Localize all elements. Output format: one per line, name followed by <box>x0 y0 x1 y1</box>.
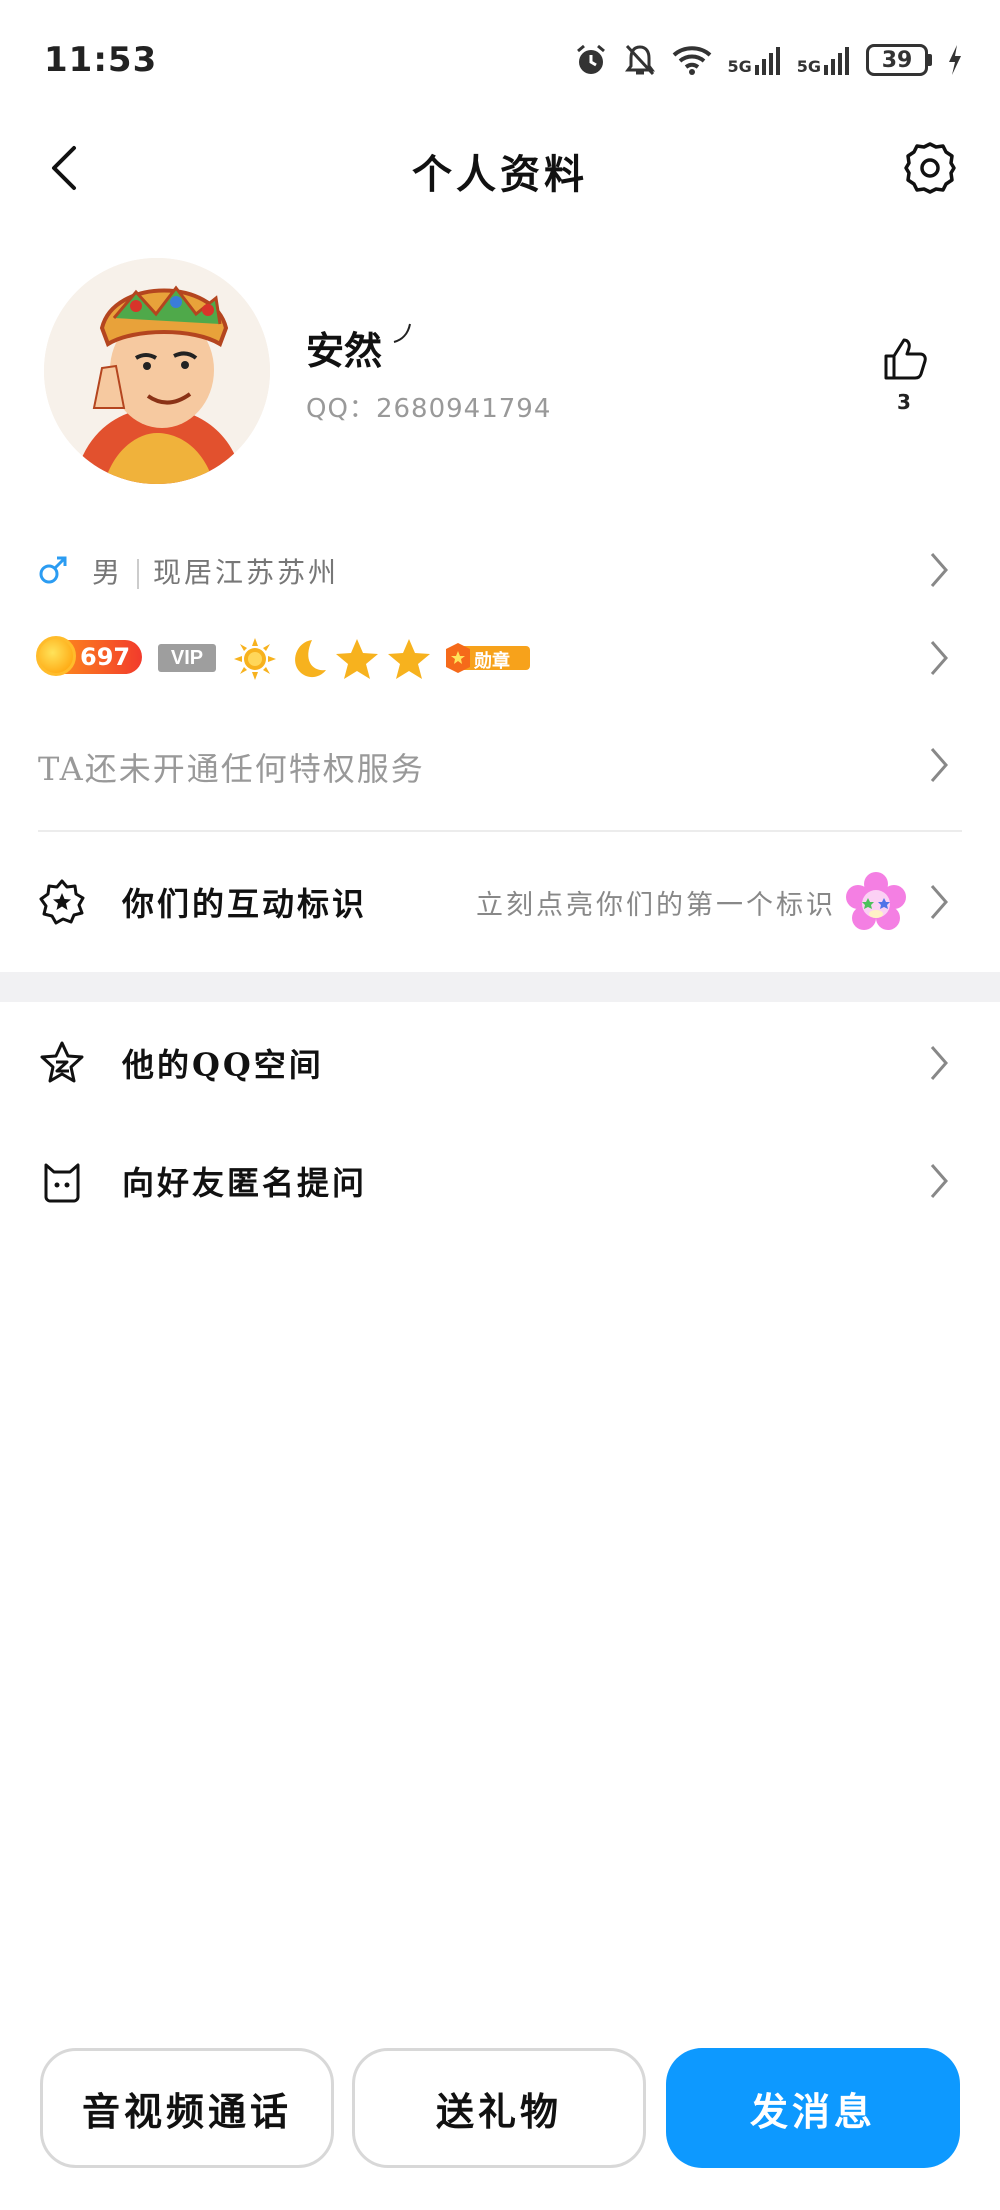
star-icon <box>336 639 378 679</box>
status-time: 11:53 <box>44 40 158 80</box>
charging-icon <box>949 45 961 75</box>
sun-icon <box>234 638 276 680</box>
like-button[interactable]: 3 <box>874 336 934 414</box>
settings-button[interactable] <box>900 138 960 198</box>
male-icon <box>39 556 67 584</box>
info-separator <box>137 559 140 589</box>
chevron-right-icon <box>930 553 948 587</box>
interaction-badge-icon <box>39 879 85 925</box>
flower-mark-icon <box>846 872 906 930</box>
basic-info-text: 男现居江苏苏州 <box>92 551 339 591</box>
privilege-text: TA还未开通任何特权服务 <box>38 750 425 788</box>
qq-number: QQ：2680941794 <box>306 388 551 425</box>
qzone-label: 他的QQ空间 <box>122 1046 324 1084</box>
privilege-row[interactable]: TA还未开通任何特权服务 <box>0 730 1000 800</box>
gear-icon <box>904 142 956 194</box>
interaction-label: 你们的互动标识 <box>122 885 368 923</box>
chevron-right-icon <box>930 885 948 919</box>
battery-level: 39 <box>866 44 928 76</box>
wifi-icon <box>673 46 712 75</box>
alarm-icon <box>577 44 606 74</box>
qzone-row[interactable]: 他的QQ空间 <box>0 1018 1000 1108</box>
anonymous-question-icon <box>44 1163 80 1203</box>
section-gap <box>0 972 1000 1002</box>
anonymous-ask-label: 向好友匿名提问 <box>122 1164 368 1202</box>
net-label-1: 5G <box>727 57 752 76</box>
qq-label: QQ： <box>306 394 376 424</box>
interaction-hint: 立刻点亮你们的第一个标识 <box>476 889 836 921</box>
chevron-right-icon <box>930 748 948 782</box>
thumbs-up-icon <box>884 338 927 380</box>
nickname: 安然 <box>306 328 383 373</box>
level-icons <box>232 636 432 682</box>
profile-header: 安然 QQ：2680941794 3 <box>0 258 1000 498</box>
vip-badge: VIP <box>158 644 216 672</box>
gender-text: 男 <box>92 556 124 589</box>
battery: 39 <box>866 44 932 76</box>
status-bar: 11:53 5G 5G 39 <box>0 0 1000 128</box>
coin-icon <box>36 636 76 676</box>
top-nav: 个人资料 <box>0 128 1000 208</box>
signal-1: 5G <box>727 45 782 75</box>
badges-row[interactable]: 697 VIP 勋章 <box>0 622 1000 694</box>
qzone-star-icon <box>40 1041 84 1083</box>
net-label-2: 5G <box>796 57 821 76</box>
star-icon <box>388 639 430 679</box>
level-value: 697 <box>80 643 131 671</box>
section-divider <box>38 830 962 832</box>
basic-info-row[interactable]: 男现居江苏苏州 <box>0 535 1000 605</box>
signal-bars-icon <box>754 47 780 75</box>
send-message-button[interactable]: 发消息 <box>666 2048 960 2168</box>
chevron-right-icon <box>930 641 948 675</box>
status-icons: 5G 5G 39 <box>573 40 964 80</box>
interaction-mark-row[interactable]: 你们的互动标识 立刻点亮你们的第一个标识 <box>0 860 1000 944</box>
avatar-image <box>44 258 270 484</box>
location-text: 现居江苏苏州 <box>153 556 340 589</box>
send-gift-button[interactable]: 送礼物 <box>352 2048 646 2168</box>
chevron-right-icon <box>930 1046 948 1080</box>
medal-badge: 勋章 <box>444 642 532 674</box>
chevron-right-icon <box>930 1164 948 1198</box>
level-badge: 697 <box>36 636 142 676</box>
anonymous-ask-row[interactable]: 向好友匿名提问 <box>0 1136 1000 1226</box>
medal-label: 勋章 <box>474 651 510 672</box>
bell-muted-icon <box>625 44 656 76</box>
moon-icon <box>295 640 326 678</box>
bottom-action-bar: 音视频通话 送礼物 发消息 <box>0 2048 1000 2172</box>
av-call-button[interactable]: 音视频通话 <box>40 2048 334 2168</box>
signal-bars-icon <box>824 47 849 75</box>
nickname-decoration-icon <box>393 323 411 343</box>
page-title: 个人资料 <box>412 152 588 198</box>
like-count: 3 <box>897 390 911 414</box>
signal-2: 5G <box>797 45 852 75</box>
avatar[interactable] <box>44 258 270 484</box>
battery-tip <box>928 54 932 66</box>
qq-value: 2680941794 <box>375 394 552 424</box>
